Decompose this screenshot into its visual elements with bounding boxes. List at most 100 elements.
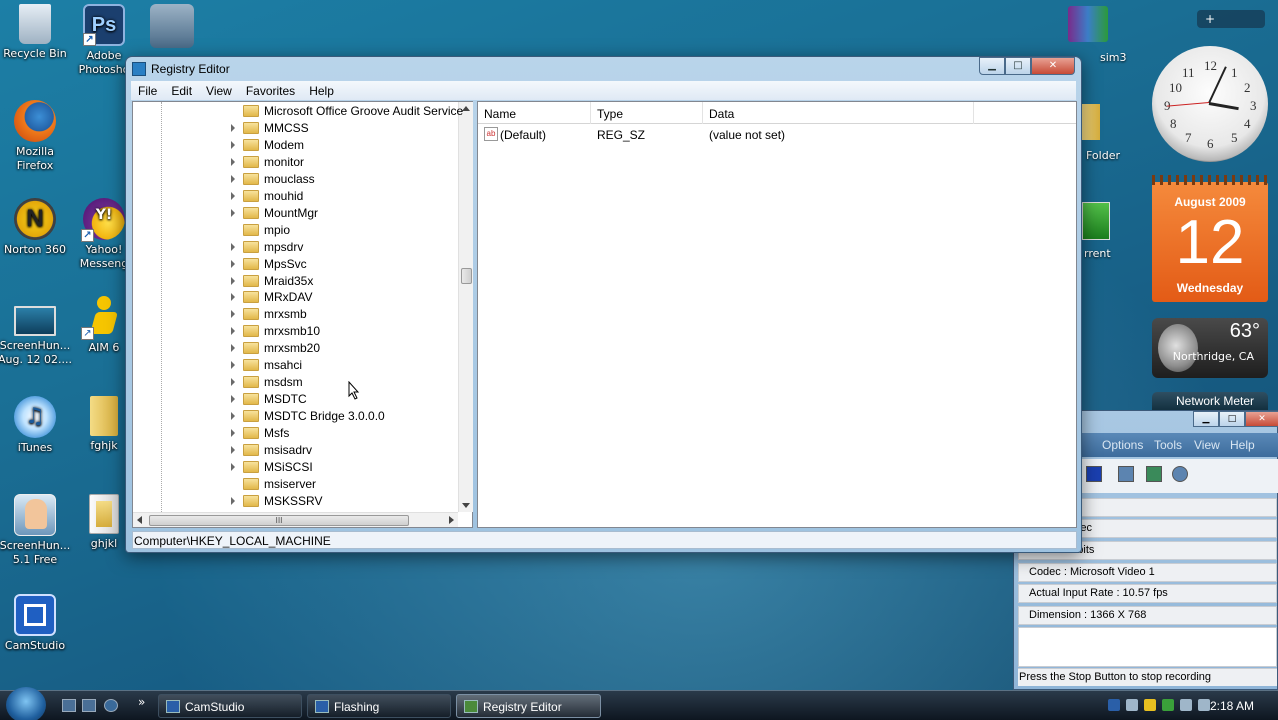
menu-view[interactable]: View: [1194, 438, 1220, 452]
desktop-icon-label: ScreenHun... 5.1 Free: [0, 539, 71, 566]
shortcut-arrow-icon: ↗: [81, 229, 94, 242]
scroll-down-icon[interactable]: [462, 503, 470, 508]
calendar-gadget: August 2009 12 Wednesday: [1152, 175, 1268, 302]
folder-icon: [243, 308, 259, 321]
network-icon[interactable]: [1180, 699, 1192, 711]
maximize-button[interactable]: □: [1005, 57, 1031, 75]
expand-arrow-icon[interactable]: [231, 123, 235, 132]
folder-icon: [243, 393, 259, 406]
swf-icon[interactable]: [1172, 466, 1188, 482]
expand-arrow-icon[interactable]: [231, 395, 235, 404]
camstudio-shortcut[interactable]: CamStudio: [0, 594, 72, 653]
registry-titlebar[interactable]: Registry Editor ▁ □ ✕: [126, 57, 1081, 81]
folder-icon: [243, 291, 259, 304]
scroll-left-icon[interactable]: [137, 516, 142, 524]
registry-tree-pane[interactable]: III Microsoft Office Groove Audit Servic…: [132, 101, 473, 528]
expand-arrow-icon[interactable]: [231, 242, 235, 251]
expand-arrow-icon[interactable]: [231, 276, 235, 285]
scroll-thumb[interactable]: [461, 268, 472, 284]
table-row[interactable]: ab (Default) REG_SZ (value not set): [478, 126, 1076, 144]
menu-help[interactable]: Help: [302, 81, 341, 100]
expand-arrow-icon[interactable]: [231, 429, 235, 438]
firefox-shortcut[interactable]: Mozilla Firefox: [0, 100, 72, 173]
expand-arrow-icon[interactable]: [231, 344, 235, 353]
column-separator[interactable]: [590, 102, 591, 124]
start-button[interactable]: [6, 687, 46, 720]
expand-arrow-icon[interactable]: [231, 259, 235, 268]
media-icon[interactable]: [104, 699, 118, 712]
expand-arrow-icon[interactable]: [231, 174, 235, 183]
column-header-name[interactable]: Name: [484, 107, 516, 124]
clock-number: 12: [1204, 58, 1217, 73]
task-camstudio[interactable]: CamStudio: [158, 694, 302, 718]
tree-item-label: MountMgr: [264, 205, 319, 220]
show-desktop-icon[interactable]: [62, 699, 76, 712]
menu-help[interactable]: Help: [1230, 438, 1255, 452]
expand-arrow-icon[interactable]: [231, 412, 235, 421]
tree-horizontal-scrollbar[interactable]: III: [133, 512, 458, 527]
lock-folder-icon[interactable]: [150, 4, 194, 48]
menu-favorites[interactable]: Favorites: [239, 81, 302, 100]
expand-arrow-icon[interactable]: [231, 140, 235, 149]
expand-arrow-icon[interactable]: [231, 157, 235, 166]
quicklaunch-overflow-icon[interactable]: »: [138, 695, 145, 709]
tray-icon[interactable]: [1144, 699, 1156, 711]
menu-tools[interactable]: Tools: [1154, 438, 1182, 452]
switch-windows-icon[interactable]: [82, 699, 96, 712]
itunes-shortcut[interactable]: ♫ iTunes: [0, 396, 72, 455]
shortcut-arrow-icon: ↗: [83, 33, 96, 46]
minimize-button[interactable]: ▁: [979, 57, 1005, 75]
desktop-icon-label: Mozilla Firefox: [16, 145, 54, 172]
record-region-icon[interactable]: [1086, 466, 1102, 482]
close-button[interactable]: ✕: [1245, 411, 1278, 427]
expand-arrow-icon[interactable]: [231, 462, 235, 471]
input-rate-info: Actual Input Rate : 10.57 fps: [1018, 584, 1277, 603]
screenshot-file-shortcut[interactable]: ScreenHun... Aug. 12 02....: [0, 296, 72, 367]
task-label: Flashing: [334, 700, 380, 714]
clock-number: 1: [1231, 65, 1238, 80]
expand-arrow-icon[interactable]: [231, 208, 235, 217]
menu-view[interactable]: View: [199, 81, 239, 100]
task-registry-editor[interactable]: Registry Editor: [456, 694, 601, 718]
tray-icon[interactable]: [1162, 699, 1174, 711]
close-button[interactable]: ✕: [1031, 57, 1075, 75]
maximize-button[interactable]: □: [1219, 411, 1245, 427]
expand-arrow-icon[interactable]: [231, 293, 235, 302]
video-options-icon[interactable]: [1146, 466, 1162, 482]
annotation-icon[interactable]: [1118, 466, 1134, 482]
expand-arrow-icon[interactable]: [231, 191, 235, 200]
tray-icon[interactable]: [1126, 699, 1138, 711]
scroll-right-icon[interactable]: [449, 516, 454, 524]
menu-edit[interactable]: Edit: [164, 81, 199, 100]
tray-icon[interactable]: [1108, 699, 1120, 711]
folder-icon[interactable]: [1082, 104, 1100, 140]
expand-arrow-icon[interactable]: [231, 327, 235, 336]
value-name: (Default): [500, 128, 547, 142]
tree-item-label: msisadrv: [264, 443, 313, 457]
expand-arrow-icon[interactable]: [231, 310, 235, 319]
volume-icon[interactable]: [1198, 699, 1210, 711]
scroll-thumb[interactable]: III: [149, 515, 409, 526]
screenhunter-shortcut[interactable]: ScreenHun... 5.1 Free: [0, 494, 72, 567]
column-separator[interactable]: [702, 102, 703, 124]
column-header-data[interactable]: Data: [709, 107, 734, 124]
clock-time[interactable]: 2:18 AM: [1210, 699, 1254, 713]
menu-options[interactable]: Options: [1102, 438, 1143, 452]
expand-arrow-icon[interactable]: [231, 496, 235, 505]
registry-values-pane[interactable]: Name Type Data ab (Default) REG_SZ (valu…: [477, 101, 1077, 528]
expand-arrow-icon[interactable]: [231, 446, 235, 454]
minimize-button[interactable]: ▁: [1193, 411, 1219, 427]
column-header-type[interactable]: Type: [597, 107, 623, 124]
column-separator[interactable]: [973, 102, 974, 124]
expand-arrow-icon[interactable]: [231, 378, 235, 387]
winrar-icon[interactable]: [1068, 6, 1108, 42]
utorrent-icon[interactable]: [1082, 202, 1110, 240]
task-flashing[interactable]: Flashing: [307, 694, 451, 718]
menu-file[interactable]: File: [131, 81, 164, 100]
expand-arrow-icon[interactable]: [231, 361, 235, 370]
gadget-controls[interactable]: +: [1197, 10, 1265, 28]
recycle-bin-shortcut[interactable]: Recycle Bin: [0, 4, 72, 61]
add-gadget-icon[interactable]: +: [1205, 12, 1215, 26]
tree-vertical-scrollbar[interactable]: [458, 102, 473, 512]
norton-shortcut[interactable]: N Norton 360: [0, 198, 72, 257]
